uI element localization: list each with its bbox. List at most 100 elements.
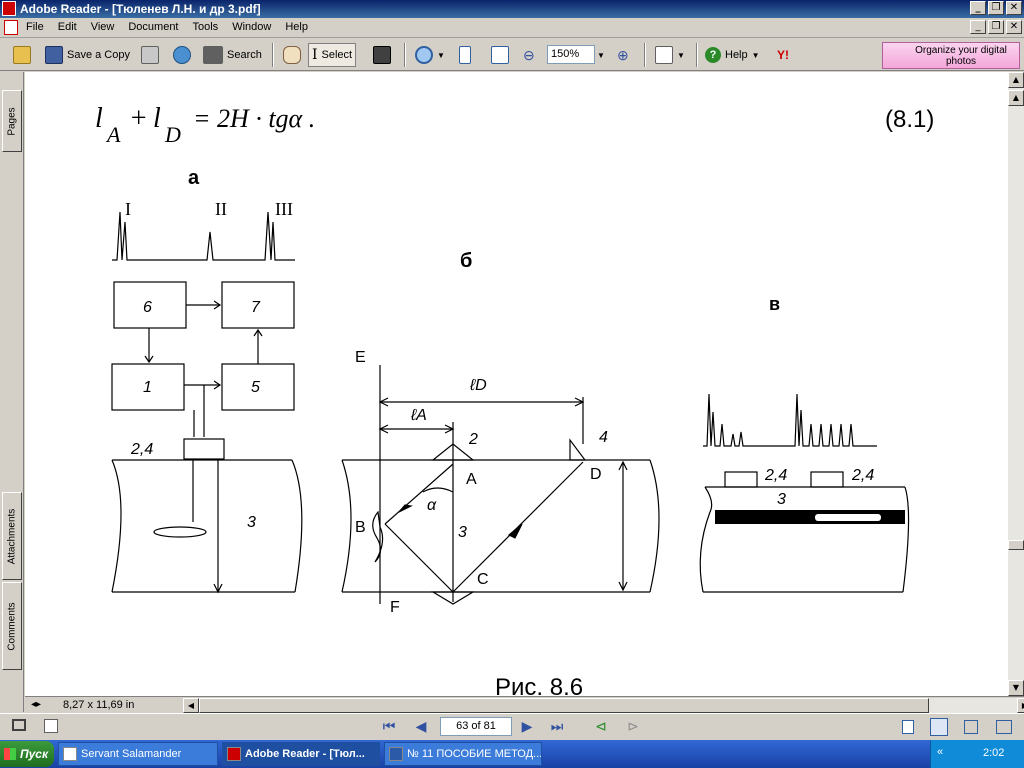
menu-tools[interactable]: Tools — [193, 21, 219, 33]
continuous-facing-icon[interactable] — [996, 720, 1012, 734]
email-button[interactable] — [170, 43, 194, 67]
zoom-out-button[interactable]: ⊖ — [520, 43, 538, 67]
horizontal-scrollbar[interactable]: ◀ ▶ — [183, 698, 1024, 713]
panel-toggle-icon[interactable] — [12, 719, 26, 731]
task-adobe-reader[interactable]: Adobe Reader - [Тюл... — [222, 742, 380, 766]
select-label: Select — [321, 49, 353, 61]
window-title: Adobe Reader - [Тюленев Л.Н. и др 3.pdf] — [20, 2, 261, 16]
yahoo-button[interactable]: Y! — [774, 43, 792, 67]
label-2: 2 — [468, 431, 478, 448]
tab-pages[interactable]: Pages — [2, 90, 22, 152]
toolbar-separator — [272, 43, 274, 67]
fit-page-icon — [459, 46, 471, 64]
rotate-view-button[interactable]: ▼ — [652, 43, 688, 67]
single-page-icon[interactable] — [902, 720, 914, 734]
zoom-in-button[interactable]: ⊕ — [614, 43, 632, 67]
title-bar: Adobe Reader - [Тюленев Л.Н. и др 3.pdf]… — [0, 0, 1024, 18]
menu-window[interactable]: Window — [232, 21, 271, 33]
label-v: в — [769, 294, 780, 314]
tab-attachments[interactable]: Attachments — [2, 492, 22, 580]
toolbar-separator — [404, 43, 406, 67]
open-button[interactable] — [10, 43, 34, 67]
pulse-trace-v — [703, 393, 877, 447]
hand-tool-button[interactable] — [280, 43, 304, 67]
magnifier-icon — [415, 46, 433, 64]
restore-button[interactable]: ❐ — [988, 1, 1004, 15]
menu-edit[interactable]: Edit — [58, 21, 77, 33]
adobe-reader-icon — [2, 1, 16, 16]
document-icon[interactable] — [4, 20, 18, 35]
scroll-down-button[interactable]: ▼ — [1008, 680, 1024, 696]
zoom-input[interactable]: 150% — [547, 45, 595, 64]
previous-page-button[interactable]: ◀ — [412, 718, 430, 736]
menu-help[interactable]: Help — [285, 21, 308, 33]
zoom-tool-button[interactable]: ▼ — [412, 43, 448, 67]
box-7-label: 7 — [251, 299, 261, 316]
formula-sub-a: A — [105, 122, 121, 147]
close-button[interactable]: ✕ — [1006, 1, 1022, 15]
transducer-a — [183, 438, 225, 460]
fit-height-button[interactable] — [456, 43, 474, 67]
scroll-right-button[interactable]: ▶ — [1017, 698, 1024, 713]
scroll-thumb[interactable] — [1008, 540, 1024, 550]
chevron-down-icon: ▼ — [677, 50, 685, 60]
clock: 2:02 — [983, 747, 1005, 759]
fit-width-button[interactable] — [488, 43, 512, 67]
organize-photos-banner[interactable]: Organize your digital photos — [882, 42, 1020, 69]
menu-file[interactable]: File — [26, 21, 44, 33]
defect-void — [815, 514, 881, 521]
prev-page-scroll-button[interactable]: ▲ — [1008, 90, 1024, 106]
doc-minimize-button[interactable]: _ — [970, 20, 986, 34]
print-button[interactable] — [138, 43, 162, 67]
document-view[interactable]: l A + l D = 2H · tgα . (8.1) а б в I II … — [25, 72, 1008, 696]
email-globe-icon — [173, 46, 191, 64]
menu-view[interactable]: View — [91, 21, 115, 33]
resize-icon[interactable]: ◂▸ — [31, 699, 41, 710]
minimize-button[interactable]: _ — [970, 1, 986, 15]
zoom-dropdown[interactable]: ▼ — [594, 43, 608, 67]
formula-l2: l — [153, 103, 161, 134]
doc-restore-button[interactable]: ❐ — [988, 20, 1004, 34]
help-button[interactable]: ? Help ▼ — [702, 43, 763, 67]
point-d: D — [590, 466, 602, 483]
roman-3: III — [275, 199, 293, 219]
chevron-down-icon: ▼ — [597, 50, 605, 60]
box-5-label: 5 — [251, 379, 260, 396]
previous-view-button[interactable]: ⊲ — [592, 718, 610, 736]
continuous-page-icon[interactable] — [930, 718, 948, 736]
facing-page-icon[interactable] — [964, 720, 978, 734]
search-button[interactable]: Search — [200, 43, 265, 67]
toolbar-separator — [644, 43, 646, 67]
vertical-scrollbar[interactable]: ▲ ▲ ▼ — [1008, 72, 1024, 696]
next-page-button[interactable]: ▶ — [518, 718, 536, 736]
select-tool-button[interactable]: I Select — [308, 43, 357, 67]
menu-document[interactable]: Document — [128, 21, 178, 33]
tab-comments[interactable]: Comments — [2, 582, 22, 670]
show-hidden-icons-button[interactable]: « — [937, 746, 943, 758]
status-row: ◂▸ 8,27 x 11,69 in ◀ ▶ — [25, 696, 1024, 713]
scroll-left-button[interactable]: ◀ — [183, 698, 199, 713]
point-a: A — [466, 471, 477, 488]
diagram-v — [699, 393, 910, 593]
tab-pages-label: Pages — [6, 106, 18, 136]
task-servant-salamander[interactable]: Servant Salamander — [58, 742, 218, 766]
medium-label-v: 3 — [777, 491, 786, 508]
last-page-button[interactable]: ⏭ — [548, 718, 566, 736]
task-word-document[interactable]: № 11 ПОСОБИЕ МЕТОД... — [384, 742, 542, 766]
transducer-v2 — [810, 471, 844, 488]
first-page-button[interactable]: ⏮ — [380, 718, 398, 736]
horizontal-scroll-thumb[interactable] — [199, 698, 929, 713]
transducer-label-v1: 2,4 — [764, 467, 787, 484]
hand-icon — [283, 46, 301, 64]
doc-close-button[interactable]: ✕ — [1006, 20, 1022, 34]
doc-info-icon[interactable] — [44, 719, 58, 733]
page-number-input[interactable]: 63 of 81 — [440, 717, 512, 736]
label-a: а — [188, 167, 200, 189]
toolbar: Save a Copy Search I Select ▼ ⊖ 150% ▼ ⊕ — [0, 39, 1024, 71]
next-view-button[interactable]: ⊳ — [624, 718, 642, 736]
scroll-up-button[interactable]: ▲ — [1008, 72, 1024, 88]
start-button[interactable]: Пуск — [0, 741, 54, 767]
toolbar-separator — [696, 43, 698, 67]
save-copy-button[interactable]: Save a Copy — [42, 43, 133, 67]
snapshot-button[interactable] — [370, 43, 394, 67]
